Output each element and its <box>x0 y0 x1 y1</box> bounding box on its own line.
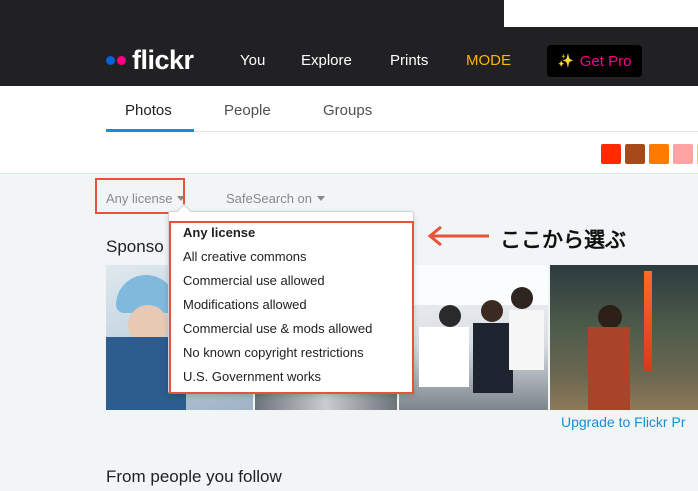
shirt-shape <box>509 310 544 370</box>
get-pro-label: Get Pro <box>579 52 632 70</box>
nav-mode[interactable]: MODE <box>466 52 511 69</box>
safesearch-filter-label: SafeSearch on <box>226 191 313 206</box>
flickr-logo[interactable]: flickr <box>106 44 194 76</box>
logo-text: flickr <box>132 44 194 75</box>
tab-people[interactable]: People <box>224 102 271 119</box>
search-tabs-bar: Photos People Groups <box>0 86 698 174</box>
tab-photos[interactable]: Photos <box>125 102 172 119</box>
color-swatch-red[interactable] <box>601 144 621 164</box>
jacket-shape <box>588 327 630 410</box>
color-swatch-orange[interactable] <box>649 144 669 164</box>
suit-shape <box>473 323 513 393</box>
safesearch-filter[interactable]: SafeSearch on <box>226 191 326 206</box>
sponsored-heading: Sponso <box>106 237 164 256</box>
tabs-divider <box>106 131 698 132</box>
logo-pink-dot <box>117 55 126 65</box>
color-swatch-brown[interactable] <box>625 144 645 164</box>
sponsored-photo-tokyo-tower[interactable] <box>550 265 698 410</box>
head-shape <box>598 305 622 329</box>
annotation-text: ここから選ぶ <box>500 228 626 252</box>
active-tab-indicator <box>106 129 194 132</box>
head-shape <box>511 287 533 309</box>
header-white-region <box>504 0 698 27</box>
upgrade-to-pro-link[interactable]: Upgrade to Flickr Pr <box>561 414 685 430</box>
tower-shape <box>644 271 652 371</box>
top-navigation-bar: flickr You Explore Prints MODE ✨ Get Pro <box>0 0 698 86</box>
nav-you[interactable]: You <box>240 52 265 69</box>
tab-groups[interactable]: Groups <box>323 102 372 119</box>
from-people-you-follow-heading: From people you follow <box>106 467 282 486</box>
sparkle-icon: ✨ <box>557 53 574 68</box>
nav-explore[interactable]: Explore <box>301 52 352 69</box>
sponsored-photo-office[interactable] <box>399 265 548 410</box>
logo-blue-dot <box>106 55 115 65</box>
get-pro-button[interactable]: ✨ Get Pro <box>547 45 642 77</box>
color-swatch-pink[interactable] <box>673 144 693 164</box>
chevron-down-icon <box>317 196 326 201</box>
head-shape <box>481 300 503 322</box>
left-arrow-icon <box>427 226 489 246</box>
nav-prints[interactable]: Prints <box>390 52 428 69</box>
shirt-shape <box>419 327 469 387</box>
head-shape <box>439 305 461 327</box>
license-filter-highlight <box>95 178 185 214</box>
license-menu-highlight <box>169 221 414 394</box>
